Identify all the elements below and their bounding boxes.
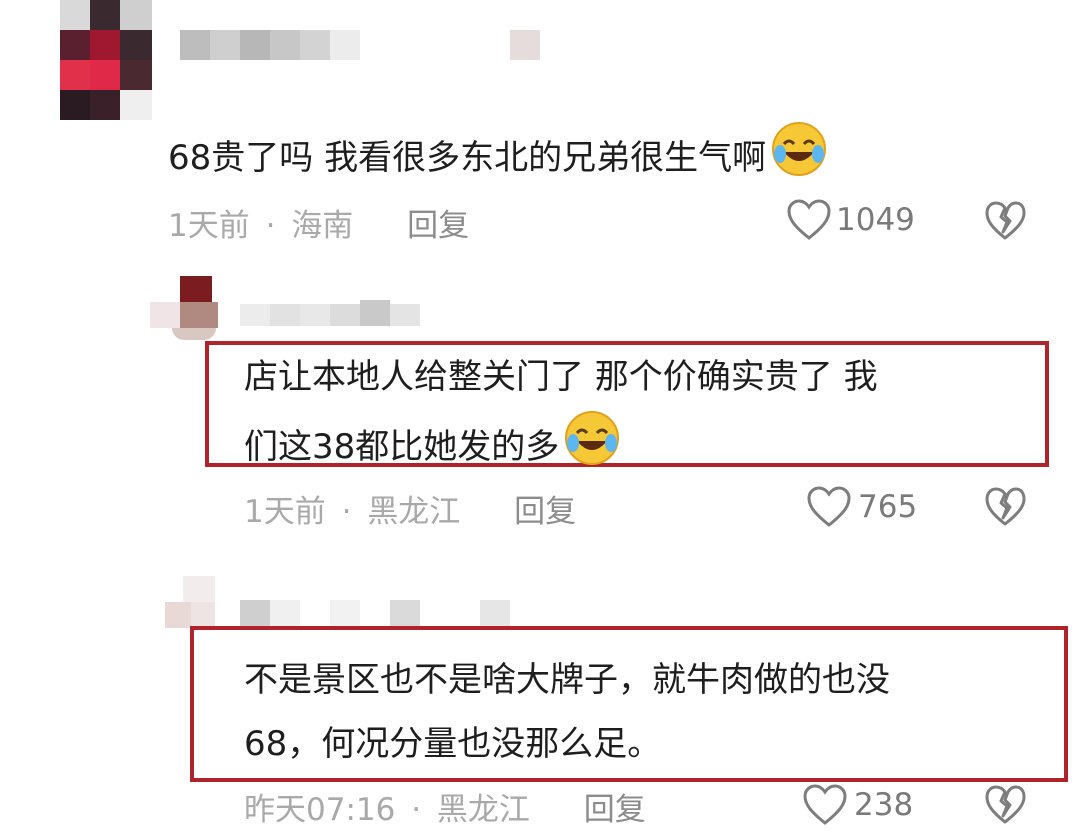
broken-heart-icon: [984, 785, 1026, 830]
meta-separator: ·: [265, 208, 276, 244]
like-count: 238: [854, 787, 914, 823]
comment-meta: 昨天07:16 · 黑龙江 回复: [244, 784, 646, 829]
comment-line-2: 68，何况分量也没那么足。: [244, 724, 662, 764]
meta-separator: ·: [411, 792, 422, 828]
username[interactable]: [240, 300, 430, 326]
comment-text: 不是景区也不是啥大牌子，就牛肉做的也没 68，何况分量也没那么足。: [244, 648, 890, 776]
meta-separator: ·: [341, 494, 352, 530]
dislike-button[interactable]: [984, 784, 1026, 826]
comment-line-2: 们这38都比她发的多: [244, 409, 878, 488]
like-button[interactable]: 765: [806, 485, 917, 529]
comment-text: 店让本地人给整关门了 那个价确实贵了 我 们这38都比她发的多: [244, 345, 878, 488]
dislike-button[interactable]: [984, 486, 1026, 528]
reply-button[interactable]: 回复: [514, 494, 576, 530]
heart-outline-icon: [786, 198, 832, 242]
like-count: 765: [858, 489, 918, 525]
heart-outline-icon: [806, 485, 852, 529]
comment-time: 昨天07:16: [244, 792, 396, 828]
comment-meta: 1天前 · 黑龙江 回复: [244, 486, 576, 531]
username[interactable]: [240, 600, 512, 628]
laughing-crying-emoji-icon: [770, 120, 828, 199]
comment-time: 1天前: [244, 494, 326, 530]
heart-outline-icon: [802, 783, 848, 827]
like-button[interactable]: 1049: [786, 198, 915, 242]
comment-time: 1天前: [168, 208, 250, 244]
like-count: 1049: [836, 202, 915, 238]
like-button[interactable]: 238: [802, 783, 913, 827]
laughing-crying-emoji-icon: [563, 409, 621, 488]
broken-heart-icon: [984, 487, 1026, 532]
comment-text: 68贵了吗 我看很多东北的兄弟很生气啊: [168, 120, 828, 199]
comment-location: 海南: [291, 208, 354, 244]
avatar[interactable]: [150, 276, 218, 340]
avatar[interactable]: [165, 576, 215, 628]
reply-button[interactable]: 回复: [584, 792, 646, 828]
broken-heart-icon: [984, 201, 1026, 246]
comment-meta: 1天前 · 海南 回复: [168, 200, 469, 245]
dislike-button[interactable]: [984, 200, 1026, 242]
avatar[interactable]: [60, 0, 152, 120]
reply-button[interactable]: 回复: [407, 208, 469, 244]
comment-location: 黑龙江: [367, 494, 461, 530]
username[interactable]: [180, 30, 540, 60]
comment-line-1: 店让本地人给整关门了 那个价确实贵了 我: [244, 357, 878, 397]
comment-line-1: 不是景区也不是啥大牌子，就牛肉做的也没: [244, 660, 890, 700]
comment-location: 黑龙江: [436, 792, 530, 828]
